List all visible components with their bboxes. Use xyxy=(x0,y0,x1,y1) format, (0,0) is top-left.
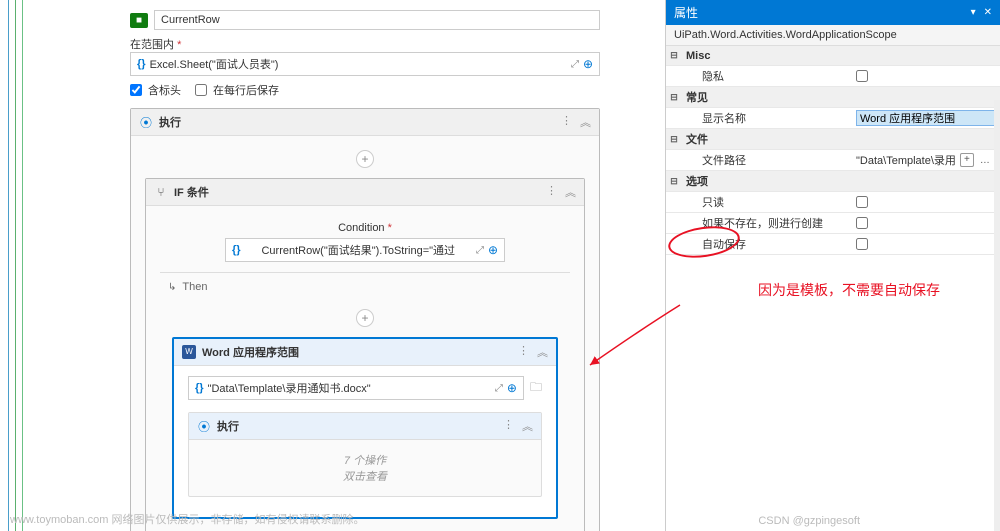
execute-icon: ⦿ xyxy=(139,115,153,129)
watermark-right: CSDN @gzpingesoft xyxy=(758,515,860,527)
if-activity[interactable]: ⑂ IF 条件 ⋮ ︽ Condition * {} xyxy=(145,178,585,531)
expand-icon[interactable]: ⤢ xyxy=(495,383,503,394)
panel-header: 属性 ▾ ✕ xyxy=(666,0,1000,25)
brace-icon: {} xyxy=(137,58,146,70)
toggle-icon[interactable]: ⊟ xyxy=(666,176,682,187)
save-each-row-checkbox[interactable] xyxy=(195,84,207,96)
if-title: IF 条件 xyxy=(174,184,540,200)
brace-icon: {} xyxy=(195,382,204,394)
has-headers-checkbox[interactable] xyxy=(130,84,142,96)
category-misc[interactable]: ⊟ Misc xyxy=(666,46,1000,66)
brace-icon: {} xyxy=(232,244,241,256)
toggle-icon[interactable]: ⊟ xyxy=(666,92,682,103)
currentrow-label: CurrentRow xyxy=(161,14,593,26)
plus-icon[interactable]: ⊕ xyxy=(507,381,517,395)
then-label: Then xyxy=(182,281,207,293)
currentrow-field[interactable]: CurrentRow xyxy=(154,10,600,30)
prop-create-if-not-exists: 如果不存在，则进行创建 xyxy=(666,213,1000,234)
word-scope-title: Word 应用程序范围 xyxy=(202,344,512,360)
panel-title: 属性 xyxy=(674,4,698,21)
then-header[interactable]: ↳ Then xyxy=(160,277,570,297)
plus-icon[interactable]: ⊕ xyxy=(583,57,593,71)
prop-display-name: 显示名称 xyxy=(666,108,1000,129)
if-icon: ⑂ xyxy=(154,185,168,199)
properties-panel: 属性 ▾ ✕ UiPath.Word.Activities.WordApplic… xyxy=(665,0,1000,531)
menu-icon[interactable]: ⋮ xyxy=(518,344,529,360)
word-path-input[interactable]: {} "Data\Template\录用通知书.docx" ⤢ ⊕ xyxy=(188,376,524,400)
menu-icon[interactable]: ⋮ xyxy=(546,184,557,200)
category-common[interactable]: ⊟ 常见 xyxy=(666,87,1000,108)
collapse-icon[interactable]: ︽ xyxy=(522,418,533,434)
panel-pin-icon[interactable]: ▾ xyxy=(971,7,976,18)
prop-file-path: 文件路径 "Data\Template\录用 + … xyxy=(666,150,1000,171)
word-icon: W xyxy=(182,345,196,359)
filepath-browse-button[interactable]: … xyxy=(978,155,992,166)
filepath-plus-button[interactable]: + xyxy=(960,153,974,167)
category-file[interactable]: ⊟ 文件 xyxy=(666,129,1000,150)
category-options[interactable]: ⊟ 选项 xyxy=(666,171,1000,192)
inner-execute-activity[interactable]: ⦿ 执行 ⋮ ︽ xyxy=(188,412,542,497)
display-name-input[interactable] xyxy=(856,110,996,126)
plus-icon[interactable]: ⊕ xyxy=(488,243,498,257)
inner-exec-title: 执行 xyxy=(217,418,497,434)
menu-icon[interactable]: ⋮ xyxy=(561,114,572,130)
toggle-icon[interactable]: ⊟ xyxy=(666,50,682,61)
expand-icon[interactable]: ⤢ xyxy=(571,59,579,70)
collapse-icon[interactable]: ︽ xyxy=(580,114,591,130)
condition-input[interactable]: {} CurrentRow("面试结果").ToString="通过 ⤢ ⊕ xyxy=(225,238,505,262)
add-activity-button[interactable]: + xyxy=(356,309,374,327)
execute-activity[interactable]: ⦿ 执行 ⋮ ︽ + ⑂ IF 条件 ⋮ xyxy=(130,108,600,531)
scope-expression-input[interactable]: {} Excel.Sheet("面试人员表") ⤢ ⊕ xyxy=(130,52,600,76)
collapsed-placeholder[interactable]: 7 个操作 双击查看 xyxy=(189,440,541,496)
menu-icon[interactable]: ⋮ xyxy=(503,418,514,434)
has-headers-label: 含标头 xyxy=(148,82,181,98)
condition-label: Condition * xyxy=(160,222,570,234)
save-each-row-label: 在每行后保存 xyxy=(213,82,279,98)
annotation-text: 因为是模板，不需要自动保存 xyxy=(758,280,940,300)
toggle-icon[interactable]: ⊟ xyxy=(666,134,682,145)
readonly-checkbox[interactable] xyxy=(856,196,868,208)
execute-title: 执行 xyxy=(159,114,555,130)
collapse-icon[interactable]: ︽ xyxy=(565,184,576,200)
autosave-checkbox[interactable] xyxy=(856,238,868,250)
prop-autosave: 自动保存 xyxy=(666,234,1000,255)
nesting-guides xyxy=(0,0,30,531)
prop-privacy: 隐私 xyxy=(666,66,1000,87)
expand-icon[interactable]: ⤢ xyxy=(476,245,484,256)
then-arrow-icon: ↳ xyxy=(168,282,176,293)
panel-subtitle: UiPath.Word.Activities.WordApplicationSc… xyxy=(666,25,1000,46)
collapse-icon[interactable]: ︽ xyxy=(537,344,548,360)
scope-label: 在范围内 * xyxy=(130,36,600,52)
watermark-left: www.toymoban.com 网络图片仅供展示，非存储，如有侵权请联系删除。 xyxy=(10,511,364,527)
prop-readonly: 只读 xyxy=(666,192,1000,213)
panel-close-icon[interactable]: ✕ xyxy=(984,7,992,18)
create-checkbox[interactable] xyxy=(856,217,868,229)
scrollbar[interactable] xyxy=(994,100,1000,531)
add-activity-button[interactable]: + xyxy=(356,150,374,168)
execute-icon: ⦿ xyxy=(197,419,211,433)
word-scope-activity[interactable]: W Word 应用程序范围 ⋮ ︽ xyxy=(172,337,558,519)
foreach-badge: ■ xyxy=(130,13,148,28)
folder-browse-icon[interactable]: 🗀 xyxy=(530,378,542,399)
privacy-checkbox[interactable] xyxy=(856,70,868,82)
